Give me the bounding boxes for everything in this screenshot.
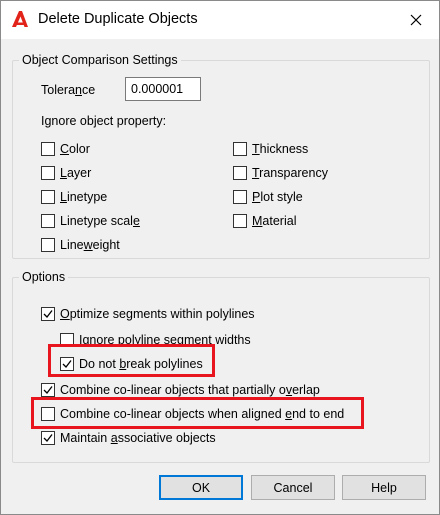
close-button[interactable] [393, 1, 439, 39]
thickness-checkbox[interactable] [233, 142, 247, 156]
lineweight-checkbox-row[interactable]: Lineweight [41, 236, 120, 254]
optimize-segments-row[interactable]: Optimize segments within polylines [41, 305, 255, 323]
ok-button[interactable]: OK [159, 475, 243, 500]
cancel-button[interactable]: Cancel [251, 475, 335, 500]
title-bar: Delete Duplicate Objects [1, 1, 439, 39]
color-checkbox[interactable] [41, 142, 55, 156]
layer-checkbox-label: Layer [60, 166, 92, 180]
window-title: Delete Duplicate Objects [38, 11, 198, 27]
linetype-scale-checkbox-row[interactable]: Linetype scale [41, 212, 140, 230]
lineweight-checkbox-label: Lineweight [60, 238, 120, 252]
combine-partial-overlap-label: Combine co-linear objects that partially… [60, 383, 320, 397]
linetype-scale-checkbox[interactable] [41, 214, 55, 228]
maintain-associative-row[interactable]: Maintain associative objects [41, 429, 216, 447]
transparency-checkbox-label: Transparency [252, 166, 328, 180]
layer-checkbox-row[interactable]: Layer [41, 164, 91, 182]
material-checkbox-row[interactable]: Material [233, 212, 296, 230]
maintain-associative-checkbox[interactable] [41, 431, 55, 445]
checkmark-icon [43, 434, 53, 442]
tolerance-input[interactable] [126, 78, 200, 100]
optimize-segments-label: Optimize segments within polylines [60, 307, 255, 321]
linetype-checkbox-label: Linetype [60, 190, 108, 204]
checkmark-icon [43, 386, 53, 394]
linetype-scale-checkbox-label: Linetype scale [60, 214, 140, 228]
highlight-box-end-to-end [31, 397, 364, 429]
plot-style-checkbox[interactable] [233, 190, 247, 204]
plot-style-checkbox-row[interactable]: Plot style [233, 188, 303, 206]
color-checkbox-label: Color [60, 142, 90, 156]
close-icon [410, 14, 422, 26]
dialog-window: Delete Duplicate Objects Object Comparis… [0, 0, 440, 515]
thickness-checkbox-row[interactable]: Thickness [233, 140, 308, 158]
linetype-checkbox[interactable] [41, 190, 55, 204]
combine-partial-overlap-checkbox[interactable] [41, 383, 55, 397]
transparency-checkbox-row[interactable]: Transparency [233, 164, 328, 182]
comparison-settings-legend: Object Comparison Settings [19, 53, 181, 67]
autocad-a-icon [11, 10, 29, 28]
help-button[interactable]: Help [342, 475, 426, 500]
thickness-checkbox-label: Thickness [252, 142, 309, 156]
options-legend: Options [19, 270, 69, 284]
layer-checkbox[interactable] [41, 166, 55, 180]
lineweight-checkbox[interactable] [41, 238, 55, 252]
checkmark-icon [43, 310, 53, 318]
linetype-checkbox-row[interactable]: Linetype [41, 188, 107, 206]
plot-style-checkbox-label: Plot style [252, 190, 303, 204]
tolerance-input-box [125, 77, 201, 101]
ignore-property-label: Ignore object property: [41, 114, 167, 128]
highlight-box-do-not-break [48, 344, 215, 377]
material-checkbox-label: Material [252, 214, 297, 228]
tolerance-label: Tolerance [41, 83, 96, 97]
optimize-segments-checkbox[interactable] [41, 307, 55, 321]
maintain-associative-label: Maintain associative objects [60, 431, 216, 445]
material-checkbox[interactable] [233, 214, 247, 228]
color-checkbox-row[interactable]: Color [41, 140, 90, 158]
transparency-checkbox[interactable] [233, 166, 247, 180]
